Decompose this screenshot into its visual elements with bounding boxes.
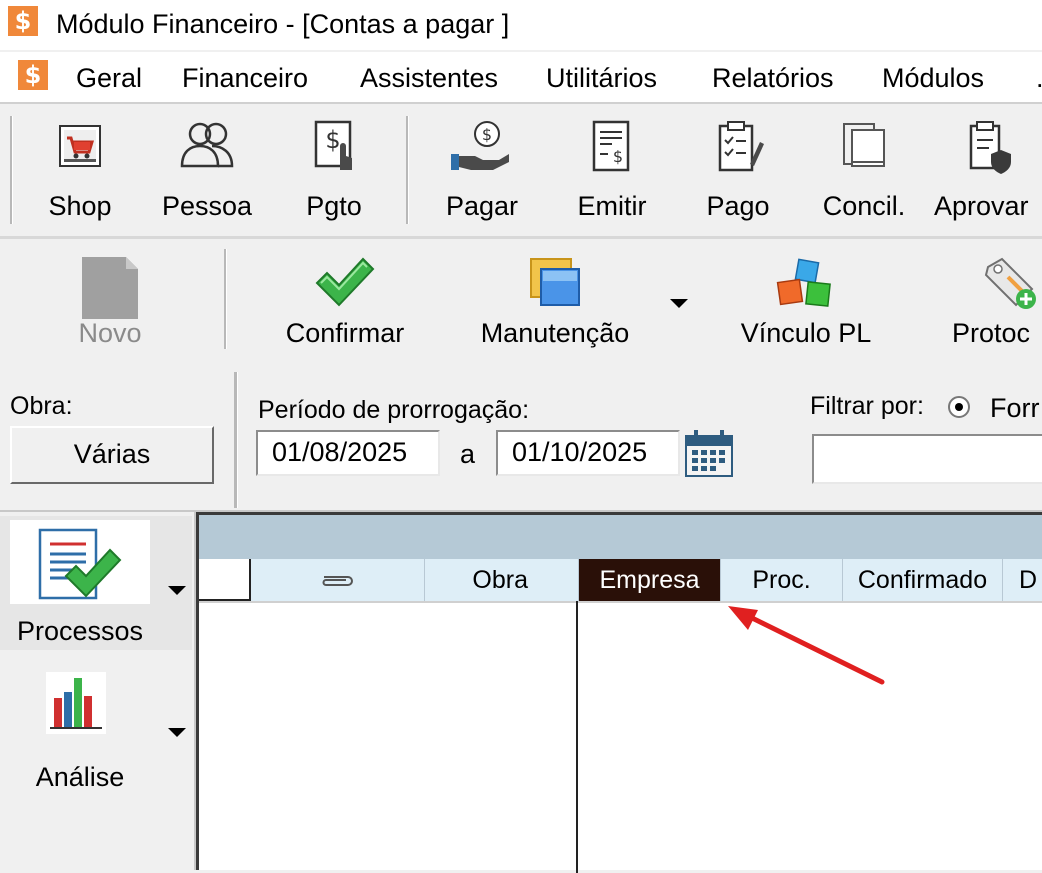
cubes-icon xyxy=(773,257,839,317)
filter-panel: Obra: Várias Período de prorrogação: 01/… xyxy=(0,364,1042,512)
date-to-field[interactable]: 01/10/2025 xyxy=(496,430,680,476)
toolbar-separator xyxy=(406,116,409,224)
tag-add-icon xyxy=(984,257,1042,317)
nav-analise[interactable]: Análise xyxy=(0,654,192,794)
menu-financeiro[interactable]: Financeiro xyxy=(182,58,308,98)
date-from-field[interactable]: 01/08/2025 xyxy=(256,430,440,476)
analise-label: Análise xyxy=(35,762,125,792)
left-navigation: Processos Análise xyxy=(0,512,196,870)
pgto-button[interactable]: $ Pgto xyxy=(292,114,376,224)
payment-touch-icon: $ xyxy=(306,118,362,176)
pessoa-button[interactable]: Pessoa xyxy=(152,114,262,224)
grid-header-row: Obra Empresa Proc. Confirmado D xyxy=(199,559,1042,603)
toolbar-grip xyxy=(10,116,13,224)
aprovar-label: Aprovar xyxy=(934,191,1029,221)
green-check-icon xyxy=(313,257,377,307)
aprovar-button[interactable]: Aprovar xyxy=(934,114,1042,224)
grid-header-empresa[interactable]: Empresa xyxy=(579,559,721,601)
svg-text:$: $ xyxy=(325,126,340,154)
pago-label: Pago xyxy=(706,191,770,221)
shop-label: Shop xyxy=(48,191,112,221)
annotation-arrow xyxy=(720,598,890,688)
grid-body[interactable] xyxy=(199,603,1042,873)
grid-header-confirmado[interactable]: Confirmado xyxy=(843,559,1003,601)
toolbar2-separator xyxy=(224,249,227,349)
protocolo-label: Protoc xyxy=(952,318,1031,348)
menu-utilitarios[interactable]: Utilitários xyxy=(546,58,657,98)
period-label: Período de prorrogação: xyxy=(258,396,530,424)
window-title: Módulo Financeiro - [Contas a pagar ] xyxy=(56,9,510,39)
manutencao-label: Manutenção xyxy=(480,318,630,348)
hand-money-icon: $ xyxy=(449,118,515,174)
nav-processos[interactable]: Processos xyxy=(0,516,192,650)
date-range-separator: a xyxy=(460,439,476,469)
pagar-button[interactable]: $ Pagar xyxy=(434,114,530,224)
data-grid: Obra Empresa Proc. Confirmado D xyxy=(196,512,1042,873)
confirmar-label: Confirmar xyxy=(285,318,405,348)
action-toolbar: Novo Confirmar Manutenção Vínculo PL Pro… xyxy=(0,236,1042,367)
app-icon: $ xyxy=(8,6,38,36)
paperclip-icon xyxy=(318,571,358,591)
grid-header-d[interactable]: D xyxy=(1003,559,1042,601)
obra-label: Obra: xyxy=(10,392,73,420)
novo-label: Novo xyxy=(78,318,142,348)
filter-by-label: Filtrar por: xyxy=(810,392,924,420)
protocolo-button[interactable]: Protoc xyxy=(944,247,1042,357)
menu-relatorios[interactable]: Relatórios xyxy=(712,58,834,98)
manutencao-button[interactable]: Manutenção xyxy=(460,247,650,357)
main-toolbar: Shop Pessoa $ Pgto $ Pagar $ Emitir Pago xyxy=(0,106,1042,230)
concil-button[interactable]: Concil. xyxy=(812,114,916,224)
shop-button[interactable]: Shop xyxy=(34,114,126,224)
pgto-label: Pgto xyxy=(306,191,362,221)
confirmar-button[interactable]: Confirmar xyxy=(268,247,422,357)
pagar-label: Pagar xyxy=(445,191,519,221)
processes-icon xyxy=(36,524,126,604)
menu-bar: $ Geral Financeiro Assistentes Utilitári… xyxy=(0,52,1042,104)
concil-label: Concil. xyxy=(822,191,906,221)
emitir-button[interactable]: $ Emitir xyxy=(562,114,662,224)
vinculo-pl-label: Vínculo PL xyxy=(740,318,872,348)
reconcile-icon xyxy=(836,118,892,176)
pago-button[interactable]: Pago xyxy=(690,114,786,224)
menu-app-icon[interactable]: $ xyxy=(18,60,48,90)
maintenance-windows-icon xyxy=(527,257,583,309)
grid-corner-cell[interactable] xyxy=(199,559,251,601)
filter-option-label: Forr xyxy=(990,393,1040,423)
grid-group-band xyxy=(199,515,1042,559)
menu-modulos[interactable]: Módulos xyxy=(882,58,984,98)
analise-dropdown-arrow[interactable] xyxy=(168,728,186,737)
shield-clipboard-icon xyxy=(963,118,1013,176)
clipboard-check-icon xyxy=(710,118,766,176)
processos-dropdown-arrow[interactable] xyxy=(168,586,186,595)
emitir-label: Emitir xyxy=(577,191,647,221)
grid-header-proc[interactable]: Proc. xyxy=(721,559,843,601)
menu-more[interactable]: . xyxy=(1036,58,1042,98)
shop-cart-icon xyxy=(52,118,108,174)
menu-geral[interactable]: Geral xyxy=(76,58,142,98)
calendar-icon[interactable] xyxy=(684,428,736,480)
novo-button[interactable]: Novo xyxy=(60,247,160,357)
manutencao-dropdown-arrow[interactable] xyxy=(670,299,688,308)
filter-option-radio[interactable] xyxy=(948,396,970,418)
grid-header-obra[interactable]: Obra xyxy=(425,559,579,601)
obra-select-button[interactable]: Várias xyxy=(10,426,214,484)
svg-text:$: $ xyxy=(482,125,492,144)
vinculo-pl-button[interactable]: Vínculo PL xyxy=(724,247,888,357)
bar-chart-icon xyxy=(42,668,112,738)
processos-label: Processos xyxy=(16,616,144,646)
svg-text:$: $ xyxy=(613,147,623,166)
grid-header-attach[interactable] xyxy=(251,559,425,601)
pessoa-label: Pessoa xyxy=(161,191,253,221)
title-bar: $ Módulo Financeiro - [Contas a pagar ] xyxy=(0,0,1042,50)
new-document-icon xyxy=(80,257,140,319)
invoice-icon: $ xyxy=(584,118,640,176)
filter-separator xyxy=(234,372,238,508)
menu-assistentes[interactable]: Assistentes xyxy=(360,58,498,98)
filter-value-field[interactable] xyxy=(812,434,1042,484)
people-icon xyxy=(174,118,240,174)
